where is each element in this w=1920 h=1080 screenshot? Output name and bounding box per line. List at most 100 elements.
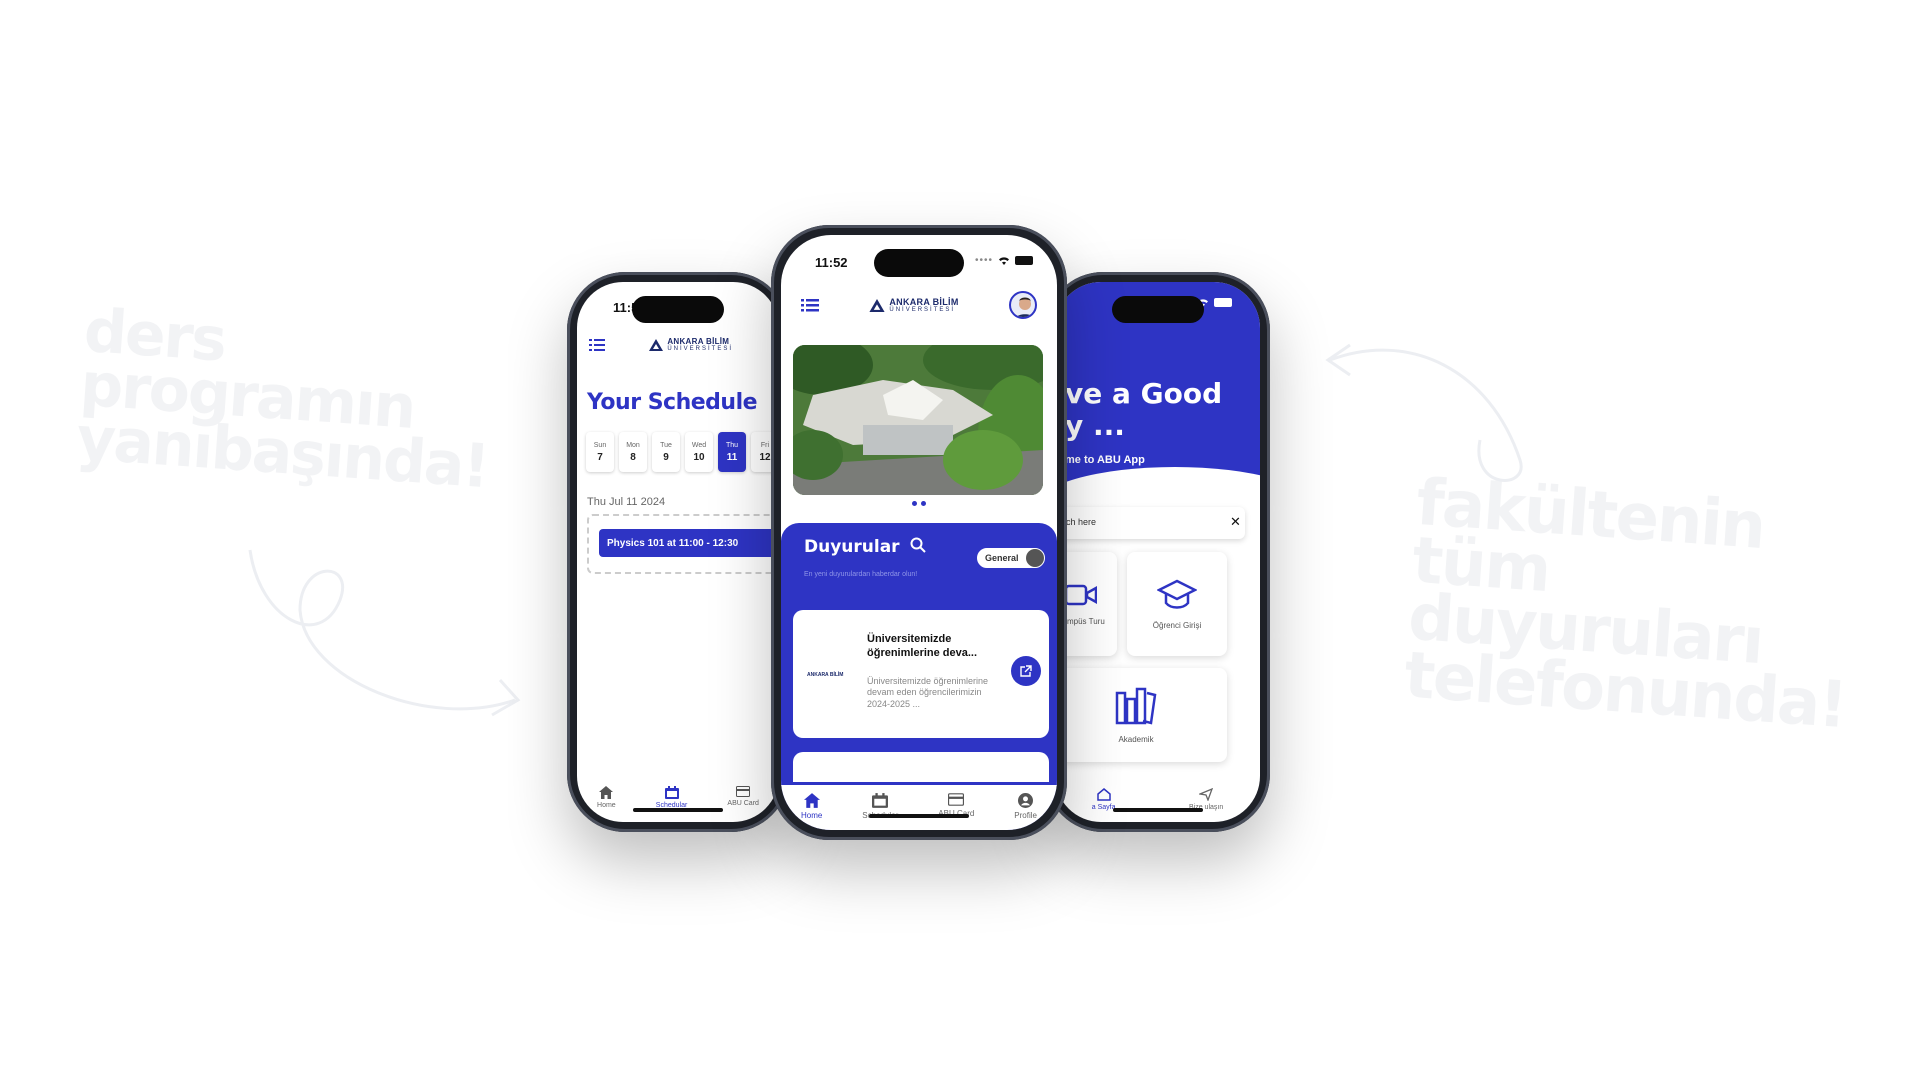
graduation-cap-icon [1157,579,1197,609]
tab-label: ABU Card [727,800,759,807]
home-icon [803,793,820,808]
signal-icon: •••• [974,255,993,266]
tab-label: Home [800,811,823,820]
slogan-left: ders programın yanıbaşında! [74,296,497,502]
tab-abu-card[interactable]: ABU Card [727,786,759,809]
day-name: Tue [660,441,672,449]
send-icon [1199,788,1214,801]
calendar-icon [664,786,679,799]
day-thu-selected[interactable]: Thu 11 [718,432,746,472]
welcome-text: me to ABU App [1065,454,1145,466]
promo-stage: ders programın yanıbaşında! fakültenin t… [0,0,1920,1080]
pager-dot[interactable] [921,501,926,506]
phone-screen: ve a Good y ... me to ABU App rch here ✕… [1055,282,1260,822]
battery-icon [1214,298,1232,307]
logo-main-text: ANKARA BİLİM [667,337,730,346]
tab-schedular[interactable]: Schedular [862,793,898,830]
announcements-title: Duyurular [804,537,926,557]
card-icon [736,786,751,797]
books-icon [1115,687,1157,725]
day-number: 9 [663,451,669,463]
open-link-button[interactable] [1011,656,1041,686]
day-number: 8 [630,451,636,463]
phone-screen: 11:53 ANKARA BİLİM ÜNİVERSİTESİ Your Sch… [577,282,779,822]
logo-main-text: ANKARA BİLİM [889,296,959,307]
app-header: ANKARA BİLİM ÜNİVERSİTESİ [781,291,1057,319]
selected-date: Thu Jul 11 2024 [587,496,666,508]
announcements-subtitle: En yeni duyurulardan haberdar olun! [804,571,918,578]
close-icon[interactable]: ✕ [1230,514,1241,530]
menu-icon[interactable] [589,339,605,351]
page-title: Your Schedule [587,390,758,415]
dynamic-island [632,296,724,323]
tile-ogrenci-girisi[interactable]: Öğrenci Girişi [1127,552,1227,656]
tab-profile[interactable]: Profile [1014,793,1037,830]
tab-ana-sayfa[interactable]: a Sayfa [1092,788,1116,811]
announcement-card[interactable]: ANKARA BİLİM Üniversitemizde öğrenimleri… [793,610,1049,738]
schedule-event[interactable]: Physics 101 at 11:00 - 12:30 [599,529,779,557]
tile-akademik[interactable]: Akademik [1055,668,1227,762]
phone-home-menu: ve a Good y ... me to ABU App rch here ✕… [1045,272,1270,832]
day-tue[interactable]: Tue 9 [652,432,680,472]
search-input[interactable]: rch here [1055,507,1245,539]
tab-bar: Home Schedular ABU Card Profile [781,785,1057,830]
campus-photo-banner[interactable] [793,345,1043,495]
university-logo: ANKARA BİLİM ÜNİVERSİTESİ [649,338,733,352]
day-name: Thu [725,441,739,449]
decorative-arrow-right [1325,343,1523,482]
avatar[interactable] [1008,291,1037,319]
profile-icon [1018,793,1034,808]
greeting-line: ve a Good [1065,377,1223,410]
dynamic-island [1111,296,1204,323]
greeting-line: y ... [1065,409,1125,443]
phone-screen: 11:52 •••• ANKARA BİLİM ÜNİVERSİTESİ Duy… [781,235,1057,830]
greeting: ve a Good y ... [1065,377,1223,443]
calendar-icon [872,793,889,808]
phone-announcements: 11:52 •••• ANKARA BİLİM ÜNİVERSİTESİ Duy… [771,225,1067,840]
announcement-card-next[interactable] [793,752,1049,782]
home-indicator [633,808,723,812]
status-time: 11:52 [815,255,848,270]
external-link-icon [1020,665,1032,677]
pager-dot[interactable] [912,501,917,506]
home-indicator [1112,808,1203,812]
home-icon [1096,788,1111,801]
day-wed[interactable]: Wed 10 [685,432,713,472]
tab-home[interactable]: Home [801,793,822,830]
tile-label: Öğrenci Girişi [1152,620,1202,630]
avatar-portrait-icon [1016,297,1034,317]
status-icons: •••• [975,255,1033,266]
tab-abu-card[interactable]: ABU Card [938,793,974,830]
day-number: 12 [759,451,771,463]
battery-icon [1015,256,1033,265]
campus-photo [793,345,1043,495]
logo-triangle-icon [869,298,885,312]
day-name: Fri [760,441,770,449]
card-title: Üniversitemizde öğrenimlerine deva... [867,633,978,660]
tab-bar: Home Schedular ABU Card [577,786,779,809]
day-name: Wed [691,441,707,449]
logo-sub-text: ÜNİVERSİTESİ [889,306,956,313]
category-toggle[interactable]: General [977,548,1045,568]
app-header: ANKARA BİLİM ÜNİVERSİTESİ [577,338,779,352]
home-indicator [869,814,969,818]
day-number: 10 [693,451,705,463]
search-icon[interactable] [910,537,926,553]
logo-triangle-icon [649,339,664,351]
dynamic-island [874,249,964,277]
day-number: 7 [597,451,603,463]
wifi-icon [999,257,1009,265]
menu-icon[interactable] [801,298,819,312]
tab-label: Home [597,802,616,809]
tab-schedular[interactable]: Schedular [656,786,687,809]
toggle-label: General [985,553,1019,563]
tab-home[interactable]: Home [597,786,616,809]
card-university-logo: ANKARA BİLİM [807,672,844,678]
day-sun[interactable]: Sun 7 [586,432,614,472]
decorative-arrow-left [248,549,521,717]
home-icon [599,786,614,799]
announcements-title-text: Duyurular [804,537,900,557]
phone-schedule: 11:53 ANKARA BİLİM ÜNİVERSİTESİ Your Sch… [567,272,789,832]
day-number: 11 [726,451,738,463]
day-mon[interactable]: Mon 8 [619,432,647,472]
